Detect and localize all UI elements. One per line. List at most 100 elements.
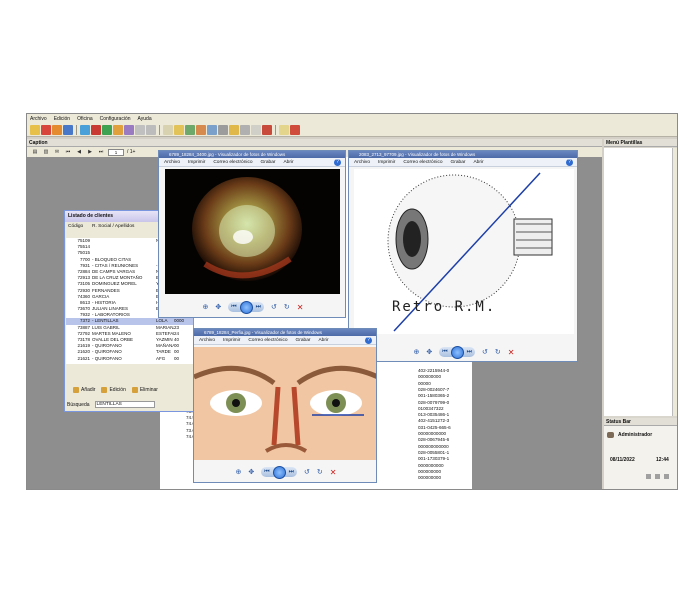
viewer1-menu-imprimir[interactable]: Imprimir	[188, 160, 205, 165]
viewer2-menu-imprimir[interactable]: Imprimir	[378, 160, 395, 165]
menu-configuracion[interactable]: Configuración	[100, 116, 131, 122]
monitor-icon[interactable]	[80, 124, 90, 135]
menu-oficina[interactable]: Oficina	[77, 116, 93, 122]
close-icon[interactable]	[664, 474, 669, 479]
report-icon[interactable]	[163, 124, 173, 135]
table-row[interactable]: 21621- QUIROFANO AFG 00	[66, 356, 193, 362]
slideshow-icon[interactable]	[272, 465, 286, 479]
email-icon[interactable]: ✉	[53, 149, 61, 156]
clients-icon[interactable]	[41, 124, 51, 135]
rotate-left-icon[interactable]: ↺	[482, 348, 488, 356]
chart-icon[interactable]	[196, 124, 206, 135]
rotate-right-icon[interactable]: ↻	[317, 468, 323, 476]
copy-icon[interactable]	[135, 124, 145, 135]
new-icon[interactable]	[30, 124, 40, 135]
templates-scrollbar[interactable]	[672, 148, 677, 416]
settings-icon[interactable]	[251, 124, 261, 135]
pen-icon[interactable]	[262, 124, 272, 135]
zoom-icon[interactable]: ⊕	[413, 348, 419, 356]
templates-panel-title: Menú Plantillas	[604, 139, 677, 147]
viewer2-menu-abrir[interactable]: Abrir	[473, 160, 483, 165]
export-icon[interactable]: ▥	[42, 149, 50, 156]
fit-icon[interactable]: ✥	[248, 468, 254, 476]
rotate-left-icon[interactable]: ↺	[304, 468, 310, 476]
delete-photo-icon[interactable]: ✕	[297, 303, 304, 312]
templates-panel: Menú Plantillas Status Bar Administrador…	[604, 139, 677, 489]
image-icon[interactable]	[185, 124, 195, 135]
help-icon[interactable]: ?	[566, 159, 573, 166]
tools-icon[interactable]	[218, 124, 228, 135]
zoom-icon[interactable]: ⊕	[202, 303, 208, 311]
print-preview-icon[interactable]: ▤	[31, 149, 39, 156]
column-code[interactable]: Código	[68, 224, 92, 229]
delete-photo-icon[interactable]: ✕	[330, 468, 337, 477]
add-button[interactable]: Añadir	[73, 387, 95, 393]
viewer1-menu: Archivo Imprimir Correo electrónico Grab…	[159, 158, 345, 167]
report-id-value: 013-0035486-1	[418, 412, 450, 418]
viewer3-menu-grabar[interactable]: Grabar	[296, 338, 311, 343]
paste-icon[interactable]	[146, 124, 156, 135]
prev-page-icon[interactable]: ◀	[75, 149, 83, 156]
rotate-left-icon[interactable]: ↺	[271, 303, 277, 311]
rotate-right-icon[interactable]: ↻	[284, 303, 290, 311]
fit-icon[interactable]: ✥	[426, 348, 432, 356]
minimize-icon[interactable]	[646, 474, 651, 479]
menu-ayuda[interactable]: Ayuda	[138, 116, 152, 122]
viewer1-menu-archivo[interactable]: Archivo	[164, 160, 180, 165]
search-row: Búsqueda LENTILLAS	[67, 400, 191, 409]
notes-icon[interactable]	[279, 124, 289, 135]
restore-icon[interactable]	[655, 474, 660, 479]
slideshow-icon[interactable]	[450, 345, 464, 359]
viewer2-menu-archivo[interactable]: Archivo	[354, 160, 370, 165]
undo-icon[interactable]	[113, 124, 123, 135]
viewer1-menu-correo[interactable]: Correo electrónico	[213, 160, 252, 165]
first-page-icon[interactable]: ⏮	[64, 149, 72, 156]
delete-button[interactable]: Eliminar	[131, 387, 158, 393]
viewer2-menu-grabar[interactable]: Grabar	[451, 160, 466, 165]
next-icon[interactable]: ⏭	[289, 469, 294, 476]
fit-icon[interactable]: ✥	[215, 303, 221, 311]
report-id-value: 001-1730379-1	[418, 456, 450, 462]
help-icon[interactable]: ?	[334, 159, 341, 166]
page-number-input[interactable]: 1	[108, 148, 124, 156]
viewer2-menu-correo[interactable]: Correo electrónico	[403, 160, 442, 165]
search-input[interactable]: LENTILLAS	[94, 401, 155, 408]
next-page-icon[interactable]: ▶	[86, 149, 94, 156]
next-icon[interactable]: ⏭	[467, 349, 472, 356]
viewer3-menu-abrir[interactable]: Abrir	[318, 338, 328, 343]
edit-button[interactable]: Edición	[101, 387, 126, 393]
refresh-icon[interactable]	[102, 124, 112, 135]
previous-icon[interactable]: ⏮	[442, 349, 447, 356]
viewer1-menu-abrir[interactable]: Abrir	[283, 160, 293, 165]
slideshow-icon[interactable]	[239, 300, 253, 314]
delete-photo-icon[interactable]: ✕	[508, 348, 515, 357]
users-icon[interactable]	[52, 124, 62, 135]
viewer2-menu: Archivo Imprimir Correo electrónico Grab…	[349, 158, 577, 167]
calendar-icon[interactable]	[63, 124, 73, 135]
previous-icon[interactable]: ⏮	[231, 304, 236, 311]
cut-icon[interactable]	[124, 124, 134, 135]
last-page-icon[interactable]: ⏭	[97, 149, 105, 156]
folder-icon[interactable]	[174, 124, 184, 135]
rotate-right-icon[interactable]: ↻	[495, 348, 501, 356]
templates-list[interactable]	[604, 148, 677, 416]
delete-icon	[131, 387, 138, 393]
zoom-icon[interactable]: ⊕	[235, 468, 241, 476]
viewer3-menu-imprimir[interactable]: Imprimir	[223, 338, 240, 343]
grid-icon[interactable]	[229, 124, 239, 135]
menu-edicion[interactable]: Edición	[54, 116, 70, 122]
help-icon[interactable]: ?	[365, 337, 372, 344]
globe-icon[interactable]	[207, 124, 217, 135]
eye-drawing: Retro R.M.	[354, 169, 574, 334]
viewer3-menu-archivo[interactable]: Archivo	[199, 338, 215, 343]
print-icon[interactable]	[240, 124, 250, 135]
exit-icon[interactable]	[290, 124, 300, 135]
menu-archivo[interactable]: Archivo	[30, 116, 47, 122]
previous-icon[interactable]: ⏮	[264, 469, 269, 476]
next-icon[interactable]: ⏭	[256, 304, 261, 311]
photo-viewer-face: 6789_18284_Perfia.jpg - Visualizador de …	[193, 328, 377, 483]
viewer3-menu-correo[interactable]: Correo electrónico	[248, 338, 287, 343]
drawing-watermark: Retro R.M.	[392, 299, 497, 315]
viewer1-menu-grabar[interactable]: Grabar	[261, 160, 276, 165]
stop-icon[interactable]	[91, 124, 101, 135]
